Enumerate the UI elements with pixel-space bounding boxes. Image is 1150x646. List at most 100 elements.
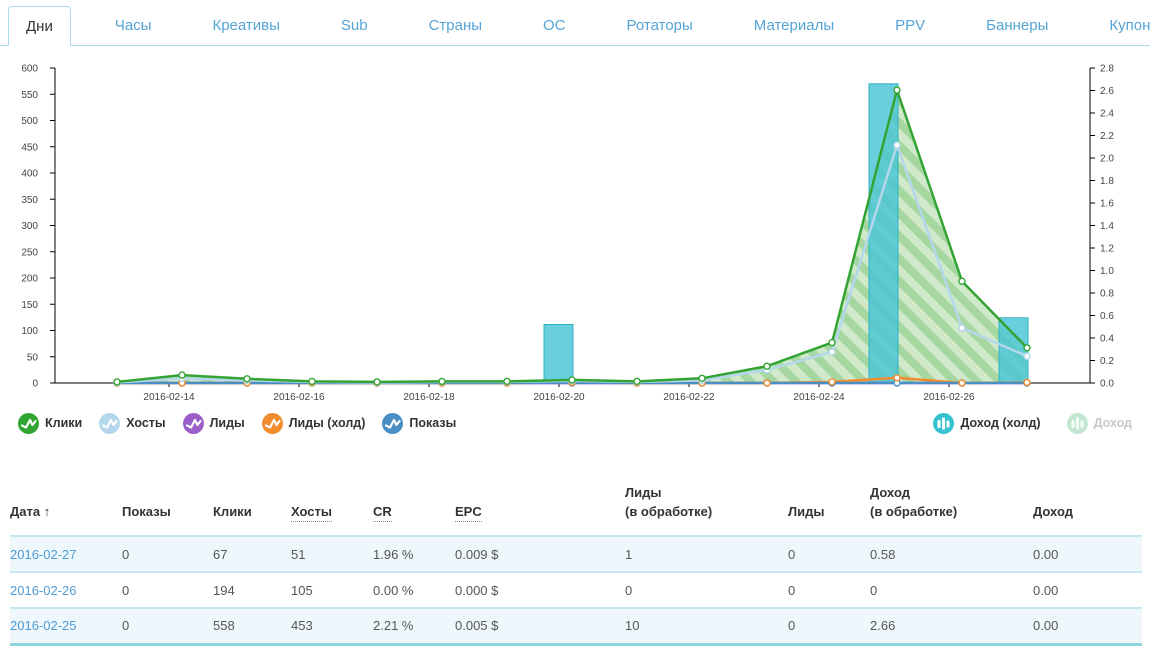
svg-text:2016-02-14: 2016-02-14 xyxy=(143,392,195,403)
legend-item[interactable]: Лиды (холд) xyxy=(262,413,366,434)
svg-text:2.8: 2.8 xyxy=(1100,64,1114,75)
tab[interactable]: PPV xyxy=(878,6,942,45)
column-header[interactable]: Доход (в обработке) xyxy=(870,462,1033,536)
chart-svg: 0501001502002503003504004505005506000.00… xyxy=(0,55,1150,405)
y-axis-left: 050100150200250300350400450500550600 xyxy=(21,64,55,390)
svg-text:150: 150 xyxy=(21,300,38,311)
column-header-label: Доход (в обработке) xyxy=(870,485,957,519)
svg-text:550: 550 xyxy=(21,90,38,101)
svg-text:200: 200 xyxy=(21,274,38,285)
tab[interactable]: Материалы xyxy=(737,6,851,45)
table-header-row: Дата ↑ПоказыКликиХостыCREPCЛиды (в обраб… xyxy=(10,462,1142,536)
column-header[interactable]: Лиды xyxy=(788,462,870,536)
date-link[interactable]: 2016-02-27 xyxy=(10,547,77,562)
svg-text:2016-02-16: 2016-02-16 xyxy=(273,392,325,403)
tab[interactable]: Страны xyxy=(412,6,499,45)
svg-text:2016-02-22: 2016-02-22 xyxy=(663,392,715,403)
legend-line-icon xyxy=(262,413,283,434)
date-link[interactable]: 2016-02-25 xyxy=(10,618,77,633)
legend-item[interactable]: Доход (холд) xyxy=(933,413,1040,434)
line-series-icon xyxy=(99,413,120,434)
column-header-label: Дата xyxy=(10,504,40,519)
svg-text:2016-02-26: 2016-02-26 xyxy=(923,392,975,403)
legend-item[interactable]: Хосты xyxy=(99,413,165,434)
svg-text:0: 0 xyxy=(32,379,38,390)
legend-column-icon xyxy=(1067,413,1088,434)
svg-text:1.6: 1.6 xyxy=(1100,199,1114,210)
svg-text:2016-02-20: 2016-02-20 xyxy=(533,392,585,403)
value-cell: 0.00 xyxy=(1033,572,1142,608)
value-cell: 0 xyxy=(870,572,1033,608)
value-cell: 1 xyxy=(625,536,788,572)
legend-right-group: Доход (холд) Доход xyxy=(907,413,1132,434)
legend-item[interactable]: Лиды xyxy=(183,413,245,434)
column-series-icon xyxy=(933,413,954,434)
date-cell: 2016-02-27 xyxy=(10,536,122,572)
legend-label: Доход xyxy=(1094,416,1132,430)
legend-item[interactable]: Доход xyxy=(1067,413,1132,434)
tab[interactable]: Баннеры xyxy=(969,6,1065,45)
chart: 0501001502002503003504004505005506000.00… xyxy=(0,55,1150,405)
tab[interactable]: Sub xyxy=(324,6,385,45)
line-series-icon xyxy=(262,413,283,434)
svg-text:400: 400 xyxy=(21,169,38,180)
tab[interactable]: Креативы xyxy=(195,6,296,45)
svg-text:350: 350 xyxy=(21,195,38,206)
legend-item[interactable]: Клики xyxy=(18,413,82,434)
tab[interactable]: Ротаторы xyxy=(610,6,710,45)
tab-bar: Дни Часы Креативы Sub Страны ОС Ротаторы Матери… xyxy=(0,6,1150,46)
legend-left-group: Клики Хосты Лиды Лиды (холд) Показы xyxy=(18,413,473,434)
value-cell: 0.00 % xyxy=(373,572,455,608)
value-cell: 105 xyxy=(291,572,373,608)
tab[interactable]: Часы xyxy=(98,6,169,45)
page: { "tabs": { "items": [ {"label": "Дни", … xyxy=(0,0,1150,636)
date-link[interactable]: 2016-02-26 xyxy=(10,583,77,598)
column-header[interactable]: Клики xyxy=(213,462,291,536)
value-cell: 0.009 $ xyxy=(455,536,625,572)
value-cell: 453 xyxy=(291,608,373,644)
value-cell: 194 xyxy=(213,572,291,608)
value-cell: 2.21 % xyxy=(373,608,455,644)
value-cell: 0.58 xyxy=(870,536,1033,572)
column-header[interactable]: Доход xyxy=(1033,462,1142,536)
table-row: 2016-02-2601941050.00 %0.000 $0000.00 xyxy=(10,572,1142,608)
svg-text:450: 450 xyxy=(21,142,38,153)
tab[interactable]: ОС xyxy=(526,6,583,45)
column-header[interactable]: Дата ↑ xyxy=(10,462,122,536)
svg-text:0.6: 0.6 xyxy=(1100,311,1114,322)
date-cell: 2016-02-25 xyxy=(10,608,122,644)
value-cell: 2.66 xyxy=(870,608,1033,644)
column-header-label: Хосты xyxy=(291,504,332,522)
value-cell: 0 xyxy=(788,608,870,644)
stats-table: Дата ↑ПоказыКликиХостыCREPCЛиды (в обраб… xyxy=(10,462,1142,646)
column-header[interactable]: EPC xyxy=(455,462,625,536)
date-cell: 2016-02-26 xyxy=(10,572,122,608)
column-header[interactable]: Хосты xyxy=(291,462,373,536)
legend-column-icon xyxy=(933,413,954,434)
svg-text:100: 100 xyxy=(21,326,38,337)
column-header[interactable]: Показы xyxy=(122,462,213,536)
value-cell: 51 xyxy=(291,536,373,572)
column-header[interactable]: CR xyxy=(373,462,455,536)
column-header-label: CR xyxy=(373,504,392,522)
value-cell: 0.00 xyxy=(1033,608,1142,644)
table-body: 2016-02-27067511.96 %0.009 $100.580.0020… xyxy=(10,536,1142,644)
column-header[interactable]: Лиды (в обработке) xyxy=(625,462,788,536)
legend-item[interactable]: Показы xyxy=(382,413,456,434)
tab[interactable]: Купоны xyxy=(1092,6,1150,45)
column-header-label: EPC xyxy=(455,504,482,522)
legend-line-icon xyxy=(18,413,39,434)
value-cell: 1.96 % xyxy=(373,536,455,572)
sort-asc-icon: ↑ xyxy=(40,504,50,519)
value-cell: 10 xyxy=(625,608,788,644)
svg-text:2016-02-18: 2016-02-18 xyxy=(403,392,455,403)
legend-line-icon xyxy=(99,413,120,434)
svg-text:300: 300 xyxy=(21,221,38,232)
value-cell: 0 xyxy=(122,608,213,644)
column-header-label: Доход xyxy=(1033,504,1073,519)
tab[interactable]: Дни xyxy=(8,6,71,46)
column-header-label: Показы xyxy=(122,504,171,519)
value-cell: 0 xyxy=(625,572,788,608)
svg-text:50: 50 xyxy=(27,352,39,363)
legend-label: Клики xyxy=(45,416,82,430)
